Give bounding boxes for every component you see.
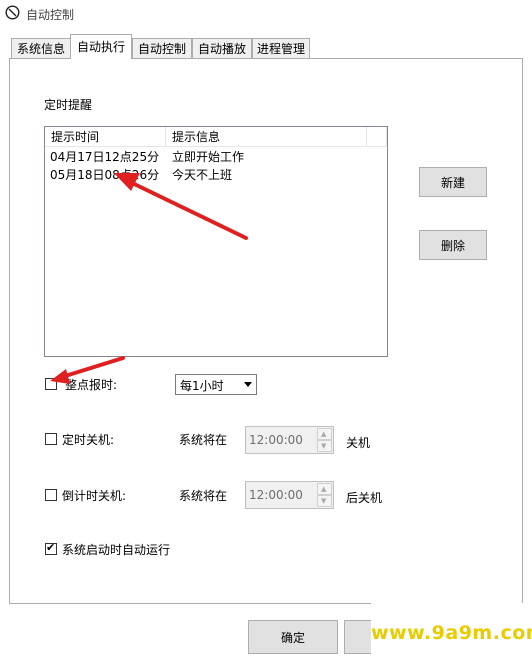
spinner-down-button[interactable]: [317, 495, 332, 507]
list-item-message: 今天不上班: [172, 168, 233, 182]
clock-icon: [5, 5, 20, 20]
autostart-checkbox[interactable]: [45, 541, 57, 555]
list-item[interactable]: 05月18日08点26分 今天不上班: [45, 166, 365, 184]
spinner-up-button[interactable]: [317, 483, 332, 495]
countdown-shutdown-time-field[interactable]: 12:00:00: [245, 481, 334, 509]
column-header-time[interactable]: 提示时间: [45, 127, 166, 147]
countdown-shutdown-checkbox[interactable]: [45, 489, 57, 501]
title-bar: 自动控制: [0, 0, 532, 28]
tab-process-manager[interactable]: 进程管理: [252, 38, 310, 58]
autostart-label: 系统启动时自动运行: [62, 543, 171, 557]
chevron-down-icon: [244, 382, 252, 387]
scheduled-shutdown-label: 定时关机:: [62, 433, 115, 447]
watermark-text: www.9a9m.com: [371, 603, 532, 663]
scheduled-shutdown-checkbox[interactable]: [45, 433, 57, 445]
tab-auto-execute[interactable]: 自动执行: [70, 34, 132, 59]
hourly-chime-label: 整点报时:: [65, 378, 118, 392]
list-item-time: 05月18日08点26分: [50, 168, 160, 182]
delete-button[interactable]: 删除: [419, 230, 487, 260]
tab-auto-play[interactable]: 自动播放: [192, 38, 252, 58]
list-item[interactable]: 04月17日12点25分 立即开始工作: [45, 148, 365, 166]
scheduled-shutdown-time-field[interactable]: 12:00:00: [245, 426, 334, 454]
tab-auto-control[interactable]: 自动控制: [132, 38, 192, 58]
scheduled-shutdown-time-value: 12:00:00: [249, 433, 303, 447]
window-title: 自动控制: [26, 8, 75, 22]
column-header-message[interactable]: 提示信息: [166, 127, 367, 147]
new-button[interactable]: 新建: [419, 167, 487, 197]
countdown-shutdown-prefix: 系统将在: [179, 489, 228, 503]
tab-system-info[interactable]: 系统信息: [11, 38, 71, 58]
hourly-chime-checkbox[interactable]: [45, 378, 57, 390]
interval-select[interactable]: 每1小时: [175, 374, 257, 395]
spinner-down-button[interactable]: [317, 440, 332, 452]
reminder-list[interactable]: 提示时间 提示信息 04月17日12点25分 立即开始工作 05月18日08点2…: [44, 126, 388, 357]
column-header-filler: [367, 127, 387, 147]
countdown-shutdown-suffix: 后关机: [346, 491, 383, 505]
interval-select-value: 每1小时: [180, 379, 224, 393]
ok-button[interactable]: 确定: [248, 620, 338, 654]
section-title: 定时提醒: [44, 98, 93, 112]
scheduled-shutdown-prefix: 系统将在: [179, 433, 228, 447]
spinner-up-button[interactable]: [317, 428, 332, 440]
list-item-time: 04月17日12点25分: [50, 150, 160, 164]
countdown-shutdown-label: 倒计时关机:: [62, 489, 127, 503]
scheduled-shutdown-suffix: 关机: [346, 436, 371, 450]
list-item-message: 立即开始工作: [172, 150, 245, 164]
countdown-shutdown-time-value: 12:00:00: [249, 488, 303, 502]
